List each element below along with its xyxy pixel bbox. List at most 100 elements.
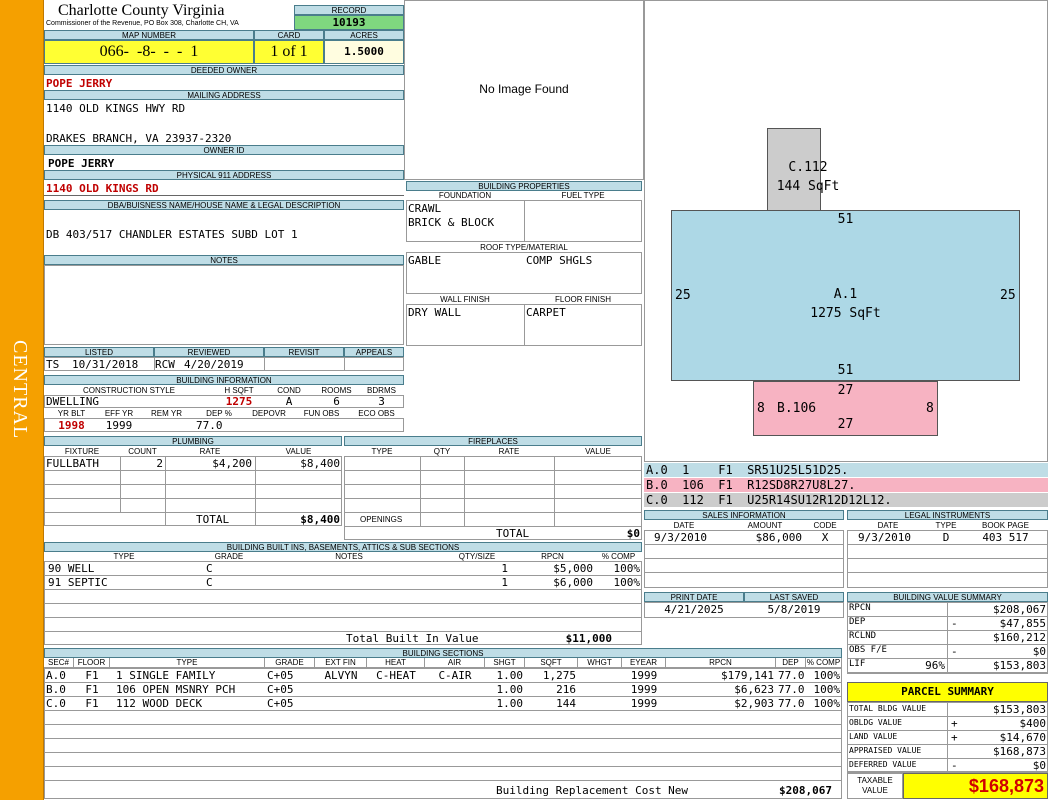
value-summary-value: $47,855 bbox=[999, 617, 1046, 630]
sketch-c-name: C.112 bbox=[788, 160, 828, 175]
physical-label: PHYSICAL 911 ADDRESS bbox=[44, 170, 404, 180]
print-date: 4/21/2025 bbox=[664, 603, 724, 616]
mailing-label: MAILING ADDRESS bbox=[44, 90, 404, 100]
builtins-total: $11,000 bbox=[565, 632, 612, 645]
section-cell: 112 WOOD DECK bbox=[116, 697, 203, 710]
value-summary-label: LIF bbox=[849, 659, 866, 669]
plumbing-fixture: FULLBATH bbox=[46, 457, 99, 470]
value-summary-pct: 96% bbox=[925, 659, 945, 672]
construction-style: DWELLING bbox=[46, 395, 99, 408]
value-summary-value: $153,803 bbox=[993, 659, 1046, 672]
wall-finish: DRY WALL bbox=[408, 306, 461, 319]
sketch-a-area: 1275 SqFt bbox=[810, 306, 881, 321]
parcel-row-label: DEFERRED VALUE bbox=[849, 760, 917, 769]
section-col-header: EYEAR bbox=[622, 658, 666, 668]
plumbing-count: 2 bbox=[156, 457, 163, 470]
section-cell: 144 bbox=[556, 697, 576, 710]
sidebar: CENTRAL bbox=[0, 0, 44, 800]
mailing-line1: 1140 OLD KINGS HWY RD bbox=[46, 102, 186, 115]
builtin-comp: 100% bbox=[613, 562, 641, 575]
foundation-2: BRICK & BLOCK bbox=[408, 216, 495, 229]
section-col-header: FLOOR bbox=[74, 658, 110, 668]
section-cell: $6,623 bbox=[734, 683, 774, 696]
value-summary-label: OBS F/E bbox=[849, 645, 887, 655]
section-cell: 1.00 bbox=[496, 683, 524, 696]
section-cell: 216 bbox=[556, 683, 576, 696]
physical-address: 1140 OLD KINGS RD bbox=[46, 182, 159, 195]
builtins-total-label: Total Built In Value bbox=[346, 632, 479, 645]
section-col-header: % COMP bbox=[806, 658, 842, 668]
dba-value: DB 403/517 CHANDLER ESTATES SUBD LOT 1 bbox=[46, 228, 298, 241]
sketch-c-area: 144 SqFt bbox=[776, 179, 840, 194]
sections-total-label: Building Replacement Cost New bbox=[496, 784, 689, 797]
parcel-row-label: APPRAISED VALUE bbox=[849, 746, 922, 755]
parcel-row-value: $168,873 bbox=[993, 745, 1046, 758]
legal-type: D bbox=[942, 531, 950, 544]
reviewed-label: REVIEWED bbox=[154, 347, 264, 357]
legal-label: LEGAL INSTRUMENTS bbox=[847, 510, 1048, 520]
section-cell: 100% bbox=[813, 669, 841, 682]
reviewed-date: 4/20/2019 bbox=[184, 358, 244, 371]
map-label: MAP NUMBER bbox=[44, 30, 254, 40]
sidebar-label: CENTRAL bbox=[9, 340, 31, 440]
sections-total: $208,067 bbox=[779, 784, 832, 797]
builtin-rpcn: $6,000 bbox=[553, 576, 593, 589]
section-cell: F1 bbox=[85, 669, 99, 682]
hsqft: 1275 bbox=[225, 395, 253, 408]
section-cell: 77.0 bbox=[778, 697, 805, 710]
taxable-value: $168,873 bbox=[903, 773, 1048, 799]
listed-by: TS bbox=[46, 358, 60, 371]
fireplaces-total-label: TOTAL bbox=[496, 527, 530, 540]
last-saved-label: LAST SAVED bbox=[744, 592, 844, 602]
floor-finish: CARPET bbox=[526, 306, 566, 319]
value-summary-value: $160,212 bbox=[993, 631, 1046, 644]
dba-label: DBA/BUISNESS NAME/HOUSE NAME & LEGAL DES… bbox=[44, 200, 404, 210]
building-props-label: BUILDING PROPERTIES bbox=[406, 181, 642, 191]
notes-box bbox=[44, 265, 404, 345]
section-cell: 1.00 bbox=[496, 669, 524, 682]
appeals-label: APPEALS bbox=[344, 347, 404, 357]
plumbing-value: $8,400 bbox=[300, 457, 340, 470]
sketch-a-bottom: 51 bbox=[837, 363, 854, 378]
parcel-row-value: $153,803 bbox=[993, 703, 1046, 716]
builtin-type: 90 WELL bbox=[48, 562, 95, 575]
sketch-a-top: 51 bbox=[837, 212, 854, 227]
fireplaces-label: FIREPLACES bbox=[344, 436, 642, 446]
section-col-header: EXT FIN bbox=[315, 658, 367, 668]
rooms: 6 bbox=[333, 395, 340, 408]
section-cell: F1 bbox=[85, 683, 99, 696]
sketch-b-name: B.106 bbox=[777, 401, 817, 416]
section-col-header: SHGT bbox=[485, 658, 525, 668]
value-summary-label: RPCN bbox=[849, 603, 871, 613]
section-col-header: RPCN bbox=[666, 658, 776, 668]
building-info-label: BUILDING INFORMATION bbox=[44, 375, 404, 385]
section-col-header: SQFT bbox=[525, 658, 578, 668]
section-cell: C-HEAT bbox=[376, 669, 416, 682]
parcel-row-label: TOTAL BLDG VALUE bbox=[849, 704, 927, 713]
no-image-text: No Image Found bbox=[479, 82, 569, 96]
parcel-row-sign: + bbox=[951, 731, 958, 744]
card-label: CARD bbox=[254, 30, 324, 40]
section-cell: ALVYN bbox=[324, 669, 358, 682]
plumbing-rate: $4,200 bbox=[212, 457, 252, 470]
section-cell: 106 OPEN MSNRY PCH bbox=[116, 683, 236, 696]
section-col-header: HEAT bbox=[367, 658, 425, 668]
county-title: Charlotte County Virginia bbox=[58, 2, 225, 19]
parcel-summary-title: PARCEL SUMMARY bbox=[847, 682, 1048, 702]
reviewed-by: RCW bbox=[155, 358, 175, 371]
acres-value: 1.5000 bbox=[324, 40, 404, 64]
section-col-header: GRADE bbox=[265, 658, 315, 668]
yr-built: 1998 bbox=[58, 419, 85, 432]
card-number: 1 of 1 bbox=[254, 40, 324, 64]
section-cell: A.0 bbox=[46, 669, 66, 682]
cond: A bbox=[285, 395, 293, 408]
builtin-grade: C bbox=[206, 562, 213, 575]
sections-label: BUILDING SECTIONS bbox=[44, 648, 842, 658]
deeded-owner-label: DEEDED OWNER bbox=[44, 65, 404, 75]
fireplaces-total: $0 bbox=[626, 527, 640, 540]
builtin-rpcn: $5,000 bbox=[553, 562, 593, 575]
owner-id: POPE JERRY bbox=[48, 157, 115, 170]
section-col-header: DEP bbox=[776, 658, 806, 668]
section-cell: C-AIR bbox=[438, 669, 472, 682]
parcel-row-value: $400 bbox=[1019, 717, 1047, 730]
